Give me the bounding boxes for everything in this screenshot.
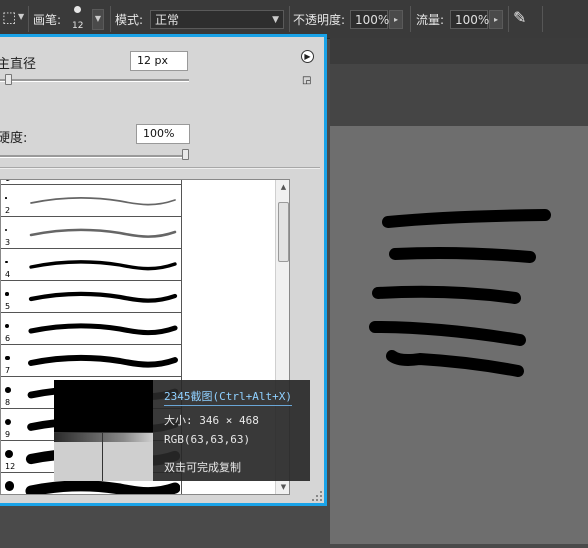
brush-tip-dot <box>5 449 14 459</box>
hardness-slider-thumb[interactable] <box>182 149 189 160</box>
opacity-label: 不透明度: <box>293 13 346 27</box>
opacity-input[interactable]: 100% <box>350 10 390 29</box>
chevron-down-icon[interactable]: ▼ <box>18 12 24 21</box>
stroke-preview <box>29 260 177 271</box>
magnifier-preview <box>54 380 153 481</box>
brush-stroke <box>382 209 551 228</box>
capture-color-readout: RGB(63,63,63) <box>164 433 251 446</box>
scroll-up-icon[interactable]: ▲ <box>276 180 289 194</box>
flow-value: 100% <box>455 13 490 27</box>
document-tab-strip <box>330 38 588 65</box>
preset-size-label: 8 <box>5 398 11 407</box>
airbrush-icon[interactable]: ✎ <box>513 8 526 27</box>
mode-value: 正常 <box>155 13 180 27</box>
brush-tip-dot <box>5 260 8 264</box>
opacity-value: 100% <box>355 13 390 27</box>
preset-size-label: 6 <box>5 334 11 343</box>
capture-tool-title: 2345截图(Ctrl+Alt+X) <box>164 388 292 406</box>
stroke-preview-path <box>25 480 180 494</box>
capture-hint: 双击可完成复制 <box>164 461 241 474</box>
preset-size-label: 5 <box>5 302 11 311</box>
stroke-preview <box>25 179 180 185</box>
stroke-preview <box>28 354 178 368</box>
stroke-preview <box>29 228 177 238</box>
flow-slider-button[interactable]: ▸ <box>489 10 503 29</box>
stroke-preview-path <box>30 197 176 206</box>
workspace-bottom <box>0 506 330 544</box>
hardness-input[interactable]: 100% <box>136 124 190 144</box>
brush-stroke <box>369 321 526 346</box>
stroke-preview <box>30 197 176 206</box>
list-item[interactable]: 2 <box>1 186 182 217</box>
flow-label: 流量: <box>416 13 445 27</box>
mode-select[interactable]: 正常 ▼ <box>150 10 284 29</box>
capture-tooltip: 2345截图(Ctrl+Alt+X) 大小: 346 × 468 RGB(63,… <box>54 380 310 481</box>
stroke-preview <box>28 291 178 303</box>
brush-stroke <box>389 247 536 263</box>
painted-strokes <box>369 209 551 377</box>
diameter-input[interactable]: 12 px <box>130 51 188 71</box>
list-item[interactable]: 6 <box>1 314 182 345</box>
brush-label: 画笔: <box>33 13 62 27</box>
master-diameter-label: 主直径 <box>0 57 37 72</box>
panel-menu-icon[interactable]: ▶ <box>301 48 314 63</box>
list-item[interactable]: 7 <box>1 346 182 377</box>
hardness-slider-track[interactable] <box>0 155 189 158</box>
brush-tip-dot <box>5 292 9 296</box>
brush-picker-button[interactable]: ▼ <box>92 9 104 30</box>
list-item[interactable]: 5 <box>1 282 182 313</box>
list-item[interactable]: 4 <box>1 250 182 281</box>
stroke-preview <box>28 323 178 336</box>
preset-size-label: 1 <box>5 180 10 183</box>
new-preset-icon[interactable]: ◲ <box>302 75 311 86</box>
flow-input[interactable]: 100% <box>450 10 490 29</box>
scrollbar-thumb[interactable] <box>278 202 289 262</box>
resize-grip-icon[interactable] <box>312 491 322 501</box>
brush-tip-dot <box>5 387 11 393</box>
tool-preset-icon[interactable]: ⬚ <box>2 8 16 26</box>
diameter-slider-thumb[interactable] <box>5 74 13 85</box>
stroke-preview-path <box>29 228 177 238</box>
preset-size-label: 4 <box>5 270 11 279</box>
preset-size-label: 3 <box>5 238 11 247</box>
stroke-preview-path <box>28 323 178 336</box>
panel-divider <box>0 167 320 169</box>
opacity-slider-button[interactable]: ▸ <box>389 10 403 29</box>
brush-tip-dot <box>5 323 10 329</box>
preset-size-label: 2 <box>5 206 11 215</box>
brush-tip-dot <box>5 481 15 491</box>
brush-tip-dot <box>5 228 8 232</box>
preset-size-label: 7 <box>5 366 11 375</box>
brush-tip-dot <box>5 418 12 426</box>
list-item[interactable]: 3 <box>1 218 182 249</box>
list-item[interactable]: 1 <box>1 179 182 185</box>
brush-stroke <box>386 350 524 377</box>
capture-size-readout: 大小: 346 × 468 <box>164 414 259 427</box>
preset-size-label: 12 <box>5 462 16 471</box>
preset-size-label: 9 <box>5 430 11 439</box>
brush-tip-dot <box>5 355 10 361</box>
chevron-down-icon: ▼ <box>272 15 279 25</box>
brush-size-readout: 12 <box>72 21 84 31</box>
preset-size-label: 13 <box>5 494 15 495</box>
document-canvas[interactable] <box>330 126 588 544</box>
stroke-preview-path <box>28 291 178 303</box>
diameter-slider-track[interactable] <box>0 79 189 82</box>
brush-tip-dot <box>5 197 7 199</box>
brush-tip-preview-icon[interactable] <box>73 6 81 13</box>
brush-stroke <box>372 285 521 304</box>
stroke-preview-path <box>28 354 178 368</box>
scroll-down-icon[interactable]: ▼ <box>276 480 289 494</box>
mode-label: 模式: <box>115 13 144 27</box>
hardness-label: 硬度: <box>0 131 28 146</box>
stroke-preview-path <box>29 260 177 271</box>
